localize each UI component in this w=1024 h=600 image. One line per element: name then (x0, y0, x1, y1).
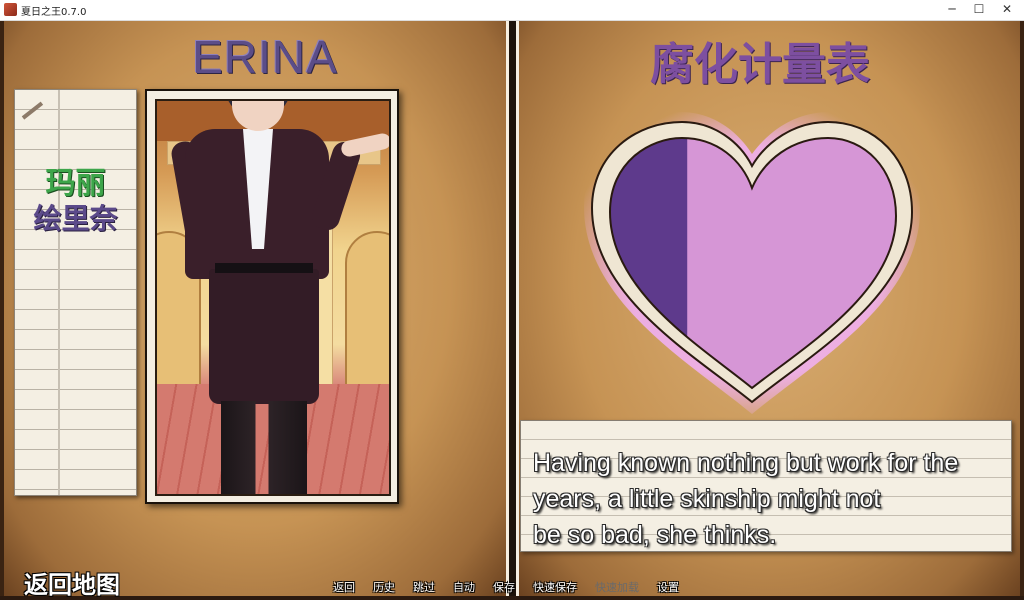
portrait-frame (145, 89, 399, 504)
character-title: ERINA (192, 31, 338, 83)
quick-menu-quick-save[interactable]: 快速保存 (533, 579, 577, 595)
heart-icon (584, 112, 920, 414)
corruption-meter (582, 102, 922, 424)
dialogue-line-1: Having known nothing but work for the (533, 449, 959, 477)
dialogue-line-3: be so bad, she thinks. (533, 521, 777, 549)
dialogue-box[interactable]: Having known nothing but work for the ye… (520, 420, 1012, 552)
quick-menu-settings[interactable]: 设置 (657, 579, 679, 595)
dialogue-text: Having known nothing but work for the ye… (533, 445, 1013, 553)
window-titlebar: 夏日之王0.7.0 ─ ☐ ✕ (0, 0, 1024, 21)
character-portrait (155, 99, 391, 496)
return-map-button[interactable]: 返回地图 (24, 565, 120, 600)
paperclip-icon (21, 101, 44, 120)
book-spine (506, 21, 519, 596)
dialogue-line-2: years, a little skinship might not (533, 485, 881, 513)
notepad-margin-line (58, 90, 60, 495)
corruption-meter-title: 腐化计量表 (650, 39, 870, 90)
quick-menu-quick-load[interactable]: 快速加载 (595, 579, 639, 595)
quick-menu-save[interactable]: 保存 (493, 579, 515, 595)
character-notepad: 玛丽 绘里奈 (14, 89, 137, 496)
quick-menu-auto[interactable]: 自动 (453, 579, 475, 595)
window-title: 夏日之王0.7.0 (21, 7, 87, 18)
quick-menu-skip[interactable]: 跳过 (413, 579, 435, 595)
character-name-mary[interactable]: 玛丽 (15, 158, 136, 202)
quick-menu-history[interactable]: 历史 (373, 579, 395, 595)
character-name-erina[interactable]: 绘里奈 (15, 197, 136, 237)
quick-menu: 返回 历史 跳过 自动 保存 快速保存 快速加载 设置 (333, 579, 697, 595)
close-button[interactable]: ✕ (990, 0, 1024, 20)
app-icon (4, 3, 17, 16)
quick-menu-back[interactable]: 返回 (333, 579, 355, 595)
